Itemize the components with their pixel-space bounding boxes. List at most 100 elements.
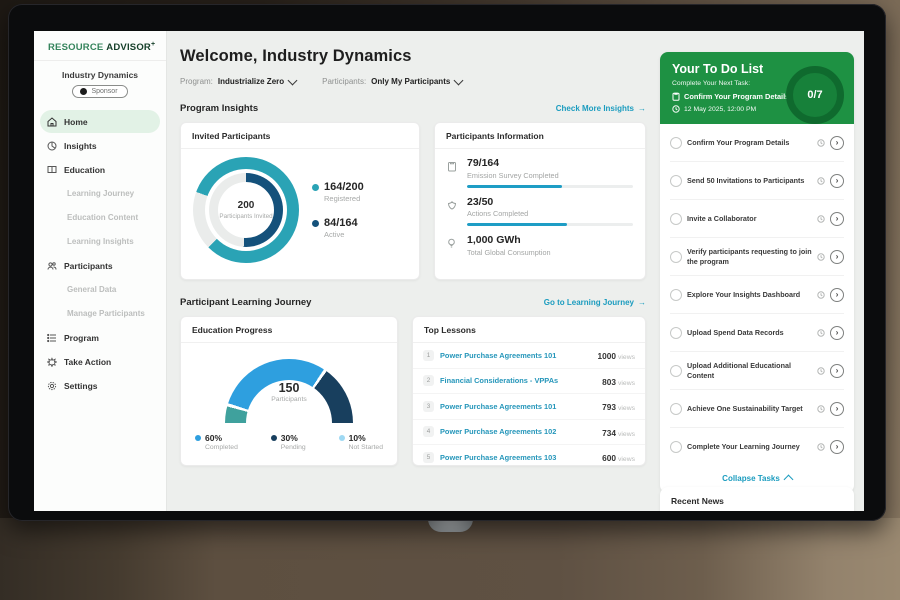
sidebar-item-participants[interactable]: Participants [40,254,160,277]
bulb-icon [447,238,456,249]
clock-icon [817,253,825,261]
todo-task[interactable]: Achieve One Sustainability Target › [670,390,844,428]
card-title: Participants Information [435,123,645,149]
lesson-row[interactable]: 1 Power Purchase Agreements 101 1000view… [413,343,645,369]
take-action-icon [47,357,57,367]
chevron-right-icon[interactable]: › [830,250,844,264]
todo-task[interactable]: Upload Spend Data Records › [670,314,844,352]
sidebar-item-take-action[interactable]: Take Action [40,350,160,373]
chevron-right-icon[interactable]: › [830,136,844,150]
views-count: 734 [602,428,616,438]
metric-value: 1,000 GWh [467,235,633,247]
task-checkbox[interactable] [670,327,682,339]
chevron-right-icon[interactable]: › [830,440,844,454]
chevron-right-icon[interactable]: › [830,364,844,378]
sidebar-item-general-data[interactable]: General Data [40,278,160,301]
metric-value: 79/164 [467,158,633,170]
todo-card: Your To Do List Complete Your Next Task:… [660,52,854,493]
lesson-link[interactable]: Power Purchase Agreements 101 [440,402,596,411]
legend-value: 60% [205,433,238,443]
gauge-center-value: 150 [225,381,353,395]
chevron-right-icon[interactable]: › [830,174,844,188]
task-checkbox[interactable] [670,137,682,149]
task-checkbox[interactable] [670,441,682,453]
sidebar-item-education-content[interactable]: Education Content [40,206,160,229]
sidebar-item-program[interactable]: Program [40,326,160,349]
learning-journey-title: Participant Learning Journey [180,297,311,308]
app-logo[interactable]: RESOURCE ADVISOR+ [34,31,166,61]
todo-task[interactable]: Explore Your Insights Dashboard › [670,276,844,314]
sidebar-item-manage-participants[interactable]: Manage Participants [40,302,160,325]
link-label: Check More Insights [556,104,634,113]
clock-icon [817,405,825,413]
sidebar-item-home[interactable]: Home [40,110,160,133]
clock-icon [817,329,825,337]
sidebar-nav: Home Insights Education Learning Journey… [34,107,166,400]
education-progress-card: Education Progress 150 Participants 60% [180,316,398,466]
chevron-down-icon [454,75,464,85]
program-icon [47,333,57,343]
recent-news-card: Recent News [660,487,854,511]
chevron-right-icon[interactable]: › [830,402,844,416]
check-more-insights-link[interactable]: Check More Insights → [556,104,646,113]
todo-task[interactable]: Complete Your Learning Journey › [670,428,844,465]
metric-label: Total Global Consumption [467,248,633,257]
clock-icon [817,139,825,147]
chevron-right-icon[interactable]: › [830,326,844,340]
sidebar-item-learning-journey[interactable]: Learning Journey [40,182,160,205]
lesson-link[interactable]: Power Purchase Agreements 102 [440,427,596,436]
views-suffix: views [618,431,635,438]
lesson-row[interactable]: 4 Power Purchase Agreements 102 734views [413,420,645,446]
todo-task[interactable]: Send 50 Invitations to Participants › [670,162,844,200]
lesson-link[interactable]: Power Purchase Agreements 101 [440,351,592,360]
task-label: Confirm Your Program Details [687,138,812,147]
sidebar-item-label: General Data [67,285,116,294]
task-label: Invite a Collaborator [687,214,812,223]
task-checkbox[interactable] [670,251,682,263]
sidebar-item-settings[interactable]: Settings [40,374,160,397]
views-count: 803 [602,377,616,387]
task-checkbox[interactable] [670,175,682,187]
todo-task[interactable]: Verify participants requesting to join t… [670,238,844,276]
arrow-right-icon: → [638,298,646,307]
task-checkbox[interactable] [670,403,682,415]
participants-select[interactable]: Participants: Only My Participants [322,77,462,86]
todo-task[interactable]: Upload Additional Educational Content › [670,352,844,390]
legend-label: Pending [281,444,306,451]
chevron-right-icon[interactable]: › [830,288,844,302]
lesson-link[interactable]: Power Purchase Agreements 103 [440,453,596,462]
program-select[interactable]: Program: Industrialize Zero [180,77,296,86]
todo-task[interactable]: Confirm Your Program Details › [670,124,844,162]
lesson-row[interactable]: 2 Financial Considerations - VPPAs 803vi… [413,369,645,395]
sidebar-item-label: Education Content [67,213,138,222]
legend-value: 164/200 [324,181,364,193]
sidebar-item-label: Learning Journey [67,189,134,198]
dashboard-screen: RESOURCE ADVISOR+ Industry Dynamics Spon… [34,31,864,511]
sidebar-item-label: Education [64,165,105,175]
legend-dot [195,435,201,441]
program-value: Industrialize Zero [218,77,284,86]
sponsor-icon [80,88,87,95]
main-content: Welcome, Industry Dynamics Program: Indu… [166,31,660,511]
rank-badge: 1 [423,350,434,361]
education-icon [47,165,57,175]
sidebar-item-education[interactable]: Education [40,158,160,181]
clock-icon [817,367,825,375]
lesson-row[interactable]: 3 Power Purchase Agreements 101 793views [413,394,645,420]
program-label: Program: [180,77,213,86]
todo-progress-value: 0/7 [807,89,822,101]
task-checkbox[interactable] [670,289,682,301]
go-to-learning-journey-link[interactable]: Go to Learning Journey → [544,298,646,307]
sidebar-item-insights[interactable]: Insights [40,134,160,157]
task-checkbox[interactable] [670,365,682,377]
sidebar-item-learning-insights[interactable]: Learning Insights [40,230,160,253]
legend-label: Registered [324,194,364,203]
sidebar-item-label: Take Action [64,357,111,367]
lesson-link[interactable]: Financial Considerations - VPPAs [440,376,596,385]
todo-task[interactable]: Invite a Collaborator › [670,200,844,238]
chevron-right-icon[interactable]: › [830,212,844,226]
task-checkbox[interactable] [670,213,682,225]
clock-icon [817,215,825,223]
task-label: Upload Spend Data Records [687,328,812,337]
lesson-row[interactable]: 5 Power Purchase Agreements 103 600views [413,445,645,470]
